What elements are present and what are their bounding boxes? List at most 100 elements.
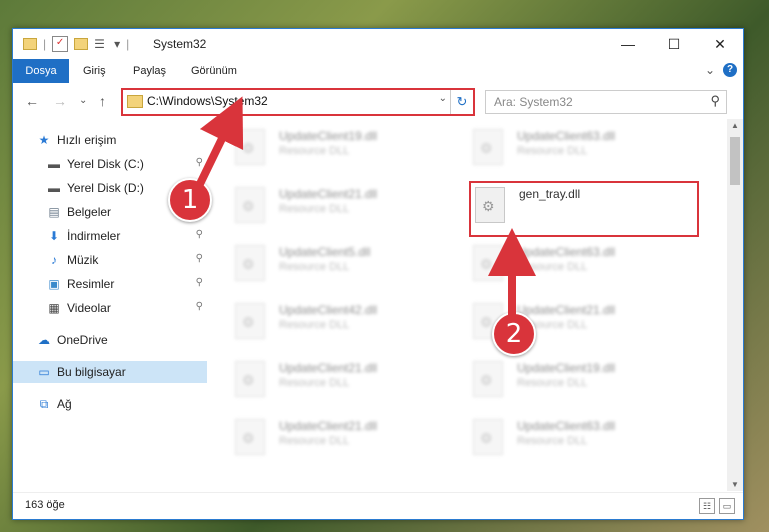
- file-name: gen_tray.dll: [519, 187, 581, 201]
- step-1-callout: 1: [168, 178, 212, 222]
- file-type: Resource DLL: [279, 145, 350, 157]
- file-item[interactable]: ⚙ UpdateClient21.dll Resource DLL: [235, 185, 455, 229]
- recent-locations-button[interactable]: ⌄: [79, 95, 87, 106]
- vertical-scrollbar[interactable]: ▲ ▼: [727, 119, 743, 491]
- back-button[interactable]: ←: [25, 93, 39, 109]
- sidebar-item-label: Yerel Disk (C:): [67, 157, 144, 171]
- customize-icon[interactable]: ☰: [94, 37, 108, 51]
- sidebar-item[interactable]: ▦ Videolar ⚲: [13, 297, 207, 319]
- dll-file-icon: ⚙: [235, 245, 265, 281]
- file-item[interactable]: ⚙ UpdateClient5.dll Resource DLL: [235, 243, 455, 287]
- sidebar-item[interactable]: ☁ OneDrive: [13, 329, 207, 351]
- gear-icon: ⚙: [242, 430, 255, 446]
- file-item[interactable]: ⚙ UpdateClient42.dll Resource DLL: [235, 301, 455, 345]
- file-type: Resource DLL: [279, 435, 350, 447]
- sidebar-item[interactable]: ▭ Bu bilgisayar: [13, 361, 207, 383]
- pin-icon[interactable]: ⚲: [196, 253, 203, 264]
- dll-file-icon: ⚙: [235, 187, 265, 223]
- file-item[interactable]: ⚙ UpdateClient63.dll Resource DLL: [473, 417, 693, 461]
- sidebar-item-label: Ağ: [57, 397, 72, 411]
- pictures-icon: ▣: [48, 277, 60, 291]
- sidebar-item[interactable]: ★ Hızlı erişim: [13, 129, 207, 151]
- quick-access-toolbar: | ✓ ☰ ▾ |: [23, 36, 129, 52]
- computer-icon: ▭: [38, 365, 50, 379]
- music-icon: ♪: [51, 253, 57, 267]
- pin-icon[interactable]: ⚲: [196, 157, 203, 168]
- search-input[interactable]: Ara: System32 ⚲: [485, 90, 727, 114]
- step-2-callout: 2: [492, 312, 536, 356]
- close-button[interactable]: ✕: [697, 29, 743, 59]
- help-icon[interactable]: ?: [723, 63, 737, 77]
- sidebar-item[interactable]: ▣ Resimler ⚲: [13, 273, 207, 295]
- minimize-button[interactable]: —: [605, 29, 651, 59]
- dll-file-icon: ⚙: [235, 129, 265, 165]
- file-item[interactable]: ⚙ UpdateClient63.dll Resource DLL: [473, 243, 693, 287]
- pin-icon[interactable]: ⚲: [196, 301, 203, 312]
- properties-icon[interactable]: ✓: [52, 36, 69, 52]
- expand-ribbon-icon[interactable]: ⌄: [705, 63, 715, 77]
- sidebar-item-label: Resimler: [67, 277, 115, 291]
- search-icon: ⚲: [710, 93, 720, 108]
- new-folder-icon[interactable]: [74, 38, 89, 50]
- dll-file-icon: ⚙: [475, 187, 505, 223]
- tiles-view-icon[interactable]: ▭: [719, 498, 735, 514]
- file-item[interactable]: ⚙ UpdateClient63.dll Resource DLL: [473, 127, 693, 171]
- forward-button[interactable]: →: [53, 93, 67, 109]
- file-list: ⚙ UpdateClient19.dll Resource DLL ⚙ UpdateCl…: [209, 119, 723, 491]
- gear-icon: ⚙: [482, 198, 495, 214]
- search-placeholder: Ara: System32: [494, 95, 573, 109]
- scroll-down-icon[interactable]: ▼: [727, 480, 743, 489]
- file-item[interactable]: ⚙ UpdateClient19.dll Resource DLL: [473, 359, 693, 403]
- file-name: UpdateClient63.dll: [517, 129, 616, 143]
- file-item[interactable]: ⚙ UpdateClient21.dll Resource DLL: [235, 417, 455, 461]
- sidebar-item-label: Belgeler: [67, 205, 112, 219]
- window-title: System32: [153, 37, 207, 51]
- dll-file-icon: ⚙: [235, 361, 265, 397]
- file-item-gen-tray[interactable]: ⚙ gen_tray.dll: [469, 181, 699, 237]
- dll-file-icon: ⚙: [473, 245, 503, 281]
- pin-icon[interactable]: ⚲: [196, 277, 203, 288]
- pin-icon[interactable]: ⚲: [196, 229, 203, 240]
- chevron-down-icon[interactable]: ⌄: [439, 93, 447, 104]
- file-item[interactable]: ⚙ UpdateClient21.dll Resource DLL: [235, 359, 455, 403]
- maximize-button[interactable]: ☐: [651, 29, 697, 59]
- file-name: UpdateClient5.dll: [279, 245, 371, 259]
- file-type: Resource DLL: [279, 203, 350, 215]
- sidebar-item-label: Videolar: [67, 301, 111, 315]
- file-name: UpdateClient21.dll: [279, 187, 378, 201]
- gear-icon: ⚙: [242, 314, 255, 330]
- tab-share[interactable]: Paylaş: [133, 59, 166, 83]
- file-name: UpdateClient19.dll: [517, 361, 616, 375]
- details-view-icon[interactable]: ☷: [699, 498, 715, 514]
- tab-view[interactable]: Görünüm: [191, 59, 237, 83]
- sidebar-item-label: İndirmeler: [67, 229, 121, 243]
- chevron-down-icon[interactable]: ▾: [114, 37, 120, 51]
- scrollbar-thumb[interactable]: [730, 137, 740, 185]
- sidebar-item[interactable]: ▬ Yerel Disk (C:) ⚲: [13, 153, 207, 175]
- file-type: Resource DLL: [517, 435, 588, 447]
- gear-icon: ⚙: [242, 256, 255, 272]
- tab-file[interactable]: Dosya: [13, 59, 69, 83]
- sidebar-item[interactable]: ⬇ İndirmeler ⚲: [13, 225, 207, 247]
- address-bar[interactable]: C:\Windows\System32 ⌄ ↻: [121, 88, 475, 116]
- file-type: Resource DLL: [279, 319, 350, 331]
- scroll-up-icon[interactable]: ▲: [727, 121, 743, 130]
- tab-home[interactable]: Giriş: [83, 59, 106, 83]
- address-path[interactable]: C:\Windows\System32: [147, 94, 268, 108]
- dll-file-icon: ⚙: [235, 303, 265, 339]
- dll-file-icon: ⚙: [473, 361, 503, 397]
- file-item[interactable]: ⚙ UpdateClient19.dll Resource DLL: [235, 127, 455, 171]
- navigation-bar: ← → ⌄ ↑ C:\Windows\System32 ⌄ ↻ Ara: Sys…: [13, 85, 743, 117]
- dll-file-icon: ⚙: [473, 419, 503, 455]
- file-name: UpdateClient21.dll: [517, 303, 616, 317]
- download-icon: ⬇: [48, 229, 60, 243]
- up-button[interactable]: ↑: [99, 93, 106, 109]
- gear-icon: ⚙: [242, 372, 255, 388]
- gear-icon: ⚙: [480, 314, 493, 330]
- file-name: UpdateClient19.dll: [279, 129, 378, 143]
- sidebar-item[interactable]: ⧉ Ağ: [13, 393, 207, 415]
- documents-icon: ▤: [48, 205, 60, 219]
- sidebar-item[interactable]: ♪ Müzik ⚲: [13, 249, 207, 271]
- refresh-icon[interactable]: ↻: [450, 90, 473, 114]
- dll-file-icon: ⚙: [235, 419, 265, 455]
